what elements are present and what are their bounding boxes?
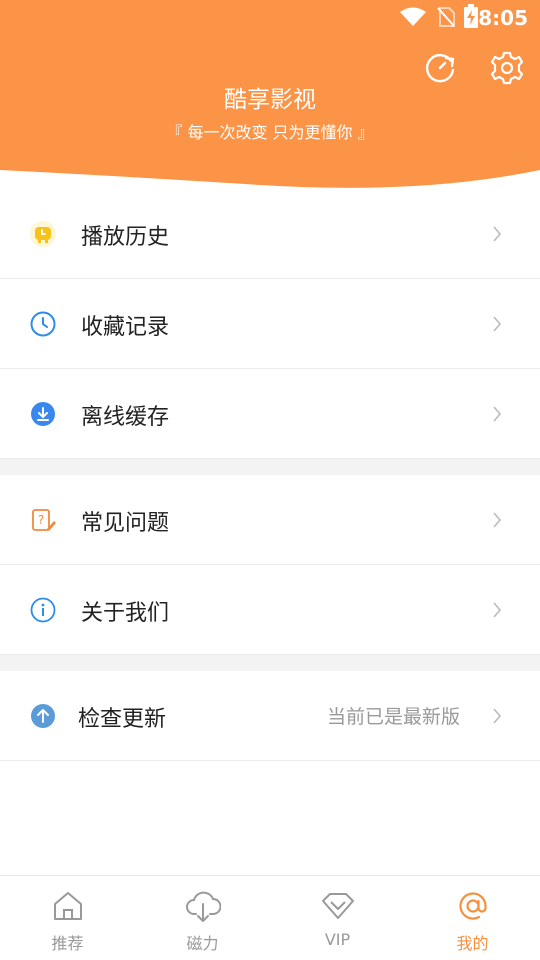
diamond-icon xyxy=(321,893,354,919)
menu-item-faq[interactable]: ? 常见问题 xyxy=(0,475,540,565)
wifi-icon xyxy=(400,7,426,26)
home-icon xyxy=(53,892,82,920)
status-bar: 8:05 xyxy=(0,0,540,36)
play-history-icon xyxy=(30,221,56,247)
chevron-right-icon xyxy=(493,602,502,618)
tab-vip[interactable]: VIP xyxy=(270,876,405,960)
battery-charging-icon xyxy=(464,4,478,28)
tab-recommend[interactable]: 推荐 xyxy=(0,876,135,960)
section-divider xyxy=(0,459,540,475)
menu-item-play-history[interactable]: 播放历史 xyxy=(0,189,540,279)
chevron-right-icon xyxy=(493,226,502,242)
menu-item-offline-cache[interactable]: 离线缓存 xyxy=(0,369,540,459)
bottom-tab-bar: 推荐 磁力 VIP 我的 xyxy=(0,875,540,960)
menu-item-check-update[interactable]: 检查更新 当前已是最新版 xyxy=(0,671,540,761)
tab-magnet[interactable]: 磁力 xyxy=(135,876,270,960)
svg-text:?: ? xyxy=(38,513,44,527)
menu-item-label: 关于我们 xyxy=(81,601,170,626)
at-icon xyxy=(458,892,487,920)
menu-item-label: 收藏记录 xyxy=(81,315,170,340)
update-arrow-icon xyxy=(31,704,55,728)
cloud-download-icon xyxy=(185,891,221,922)
profile-header: 8:05 酷享影视 『 每一次改变 只为更懂你 』 xyxy=(0,0,540,200)
menu-item-label: 常见问题 xyxy=(81,511,170,536)
download-icon xyxy=(31,402,55,426)
section-divider xyxy=(0,655,540,671)
tab-label: 我的 xyxy=(456,934,489,953)
faq-icon: ? xyxy=(32,509,56,531)
tab-label: VIP xyxy=(324,930,351,949)
menu-item-favorites[interactable]: 收藏记录 xyxy=(0,279,540,369)
menu-item-label: 离线缓存 xyxy=(81,405,170,430)
version-status: 当前已是最新版 xyxy=(326,706,460,728)
tab-label: 推荐 xyxy=(51,934,84,953)
chevron-right-icon xyxy=(493,316,502,332)
menu-item-label: 播放历史 xyxy=(81,225,170,250)
chevron-right-icon xyxy=(493,512,502,528)
tab-mine[interactable]: 我的 xyxy=(405,876,540,960)
chevron-right-icon xyxy=(493,708,502,724)
menu-item-label: 检查更新 xyxy=(78,707,167,732)
menu-item-about[interactable]: 关于我们 xyxy=(0,565,540,655)
status-time: 8:05 xyxy=(478,6,528,30)
info-icon xyxy=(30,597,56,623)
no-sim-icon xyxy=(437,7,455,27)
app-slogan: 『 每一次改变 只为更懂你 』 xyxy=(166,123,374,142)
tab-label: 磁力 xyxy=(186,934,219,953)
menu-group-records: 播放历史 收藏记录 离线缓存 ? 常见问题 关于我们 检查更新 当前已是最新版 xyxy=(0,189,540,761)
chevron-right-icon xyxy=(493,406,502,422)
app-title: 酷享影视 xyxy=(224,87,316,113)
clock-icon xyxy=(30,311,56,337)
